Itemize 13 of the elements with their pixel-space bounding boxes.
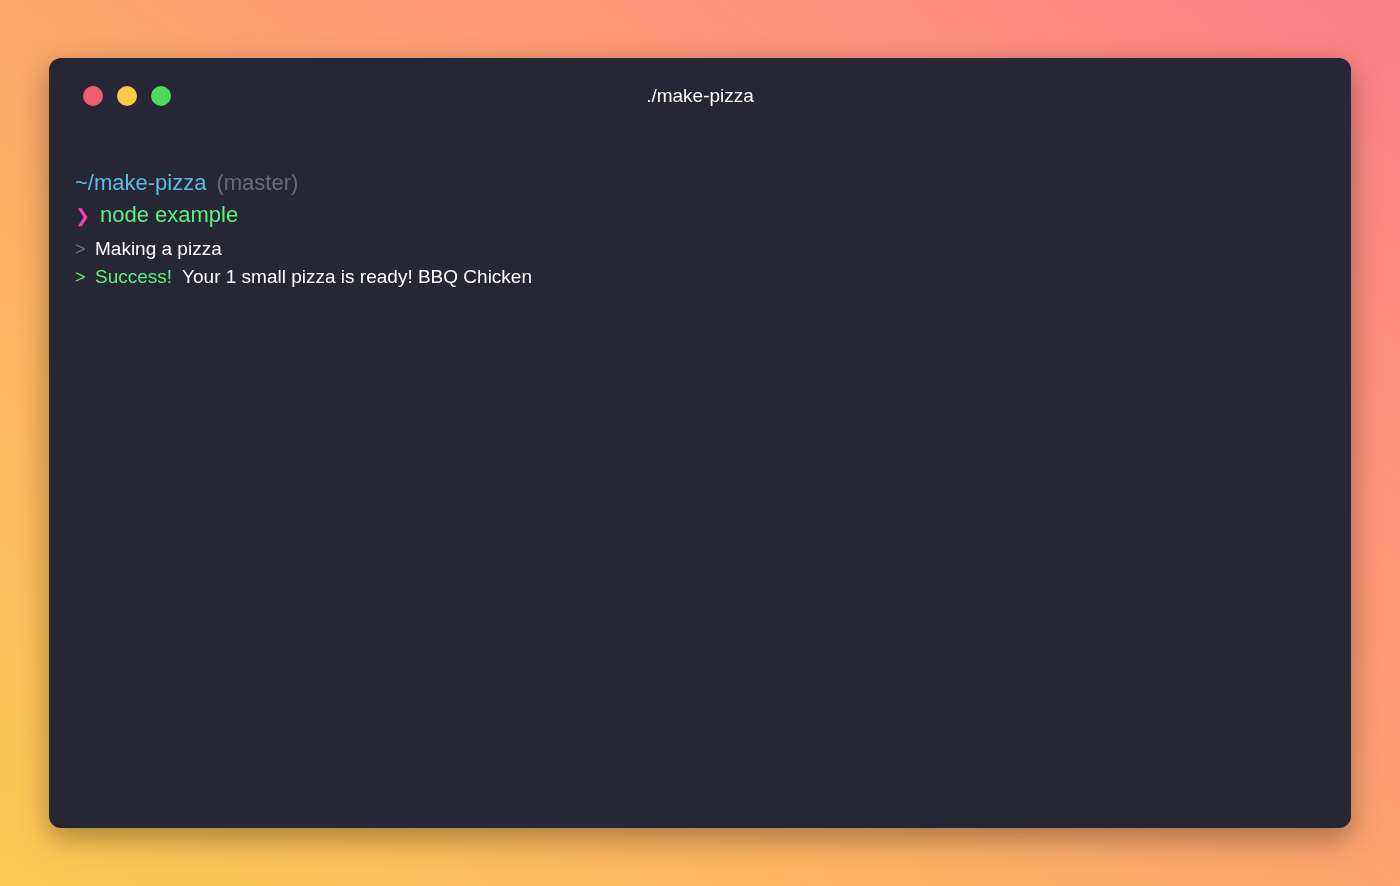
- command-text: node example: [100, 202, 239, 228]
- output-text: Your 1 small pizza is ready! BBQ Chicken: [182, 266, 532, 288]
- output-text: Making a pizza: [95, 238, 222, 260]
- window-control[interactable]: [117, 86, 137, 106]
- git-branch: (master): [216, 170, 299, 196]
- prompt-marker: ❯: [75, 205, 90, 227]
- window-title: ./make-pizza: [646, 85, 754, 107]
- success-label: Success!: [95, 266, 173, 288]
- window-control[interactable]: [83, 86, 103, 106]
- output-marker: >: [75, 267, 85, 288]
- output-marker: >: [75, 239, 85, 260]
- window-control[interactable]: [151, 86, 171, 106]
- prompt-path: ~/make-pizza: [75, 170, 207, 196]
